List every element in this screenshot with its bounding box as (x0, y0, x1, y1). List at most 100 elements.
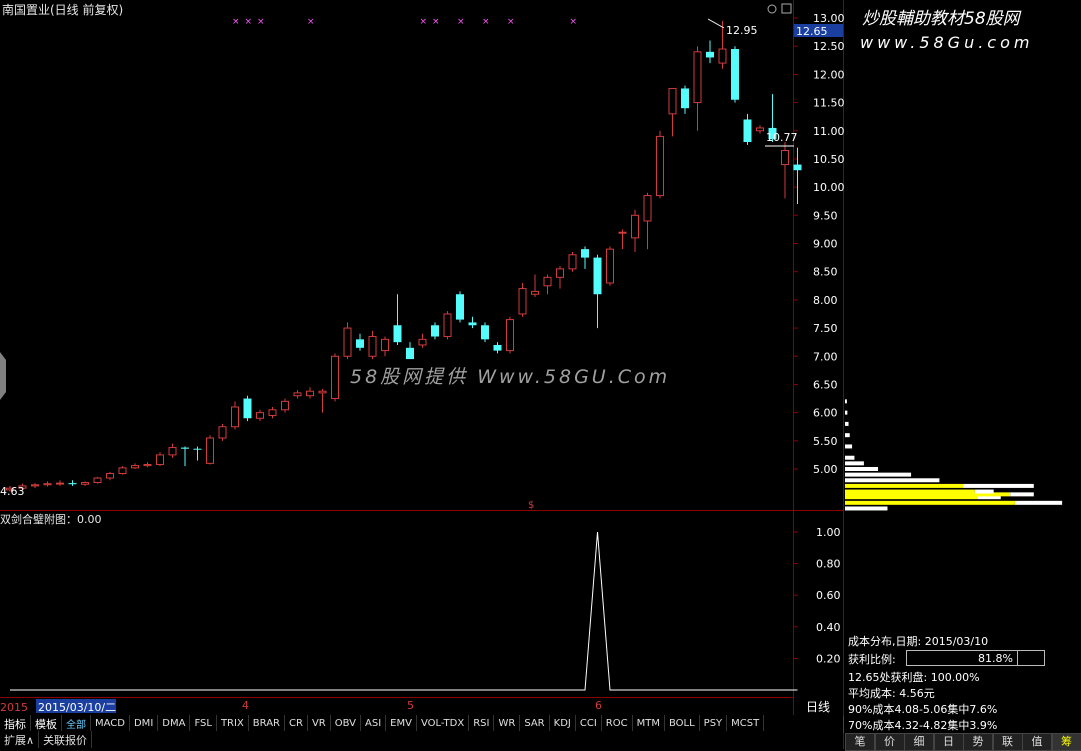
average-cost: 平均成本: 4.56元 (848, 685, 935, 701)
toolbar-item-emv[interactable]: EMV (386, 715, 417, 732)
price-tick-label: 7.50 (813, 322, 838, 335)
toolbar-item-rsi[interactable]: RSI (469, 715, 494, 732)
candle-body-up (332, 356, 339, 398)
timeline-cursor-date[interactable]: 2015/03/10/二 (38, 701, 116, 714)
toolbar-item-模板[interactable]: 模板 (31, 715, 62, 732)
candle-body-up (669, 88, 676, 113)
timeline-month-4: 4 (242, 699, 249, 712)
toolbar-item-psy[interactable]: PSY (700, 715, 728, 732)
right-info-panel: 成本分布,日期: 2015/03/10 获利比例: 81.8% 12.65处获利… (844, 0, 1081, 749)
close-icon[interactable] (782, 4, 791, 13)
signal-x-marker: × (482, 17, 490, 27)
price-tick-label: 9.50 (813, 209, 838, 222)
candle-body-up (44, 484, 51, 485)
toolbar-item-指标[interactable]: 指标 (0, 715, 31, 732)
right-tab-5[interactable]: 联 (993, 733, 1023, 751)
extension-toolbar: 扩展∧关联报价 (0, 731, 843, 748)
cost-70-percent: 70%成本4.32-4.82集中3.9% (848, 717, 997, 733)
sub-tick-label: 1.00 (816, 526, 841, 539)
toolbar-item-roc[interactable]: ROC (602, 715, 633, 732)
candle-body-down (731, 49, 739, 100)
current-price-label: 12.65 (796, 25, 828, 38)
toolbar-item-mtm[interactable]: MTM (633, 715, 665, 732)
period-label[interactable]: 日线 (796, 698, 840, 714)
right-tab-7[interactable]: 筹 (1052, 733, 1081, 751)
high-annotation-leader (708, 19, 724, 28)
toolbar-item-mcst[interactable]: MCST (727, 715, 764, 732)
toolbar-item-kdj[interactable]: KDJ (550, 715, 576, 732)
candle-body-up (232, 407, 239, 427)
candle-body-up (782, 150, 789, 164)
candle-body-up (169, 448, 176, 455)
candle-body-down (406, 348, 414, 359)
candle-body-down (244, 399, 252, 419)
toolbar-item-fsl[interactable]: FSL (190, 715, 217, 732)
signal-x-marker: × (432, 17, 440, 27)
profit-ratio-bar: 81.8% (906, 650, 1045, 666)
signal-x-marker: × (307, 17, 315, 27)
right-tab-0[interactable]: 笔 (845, 733, 875, 751)
right-tab-4[interactable]: 势 (963, 733, 993, 751)
toolbar-item-cci[interactable]: CCI (576, 715, 602, 732)
candle-body-up (282, 401, 289, 409)
candle-body-down (481, 325, 489, 339)
sub-tick-label: 0.60 (816, 589, 841, 602)
sub-tick-label: 0.20 (816, 652, 841, 665)
candle-body-up (307, 391, 314, 396)
toolbar-item-wr[interactable]: WR (494, 715, 520, 732)
toolbar-item-macd[interactable]: MACD (91, 715, 130, 732)
price-tick-label: 13.00 (813, 12, 845, 25)
toolbar-item-cr[interactable]: CR (285, 715, 308, 732)
sub-chart-axis: 0.200.400.600.801.00 (793, 526, 841, 665)
expand-button[interactable]: 扩展∧ (0, 731, 39, 748)
signal-x-marker: × (507, 17, 515, 27)
toolbar-item-全部[interactable]: 全部 (62, 715, 91, 732)
cost-90-percent: 90%成本4.08-5.06集中7.6% (848, 701, 997, 717)
toolbar-item-obv[interactable]: OBV (331, 715, 361, 732)
candle-body-up (294, 393, 301, 396)
low-annotation: 4.63 (0, 485, 25, 498)
toolbar-item-trix[interactable]: TRIX (217, 715, 249, 732)
price-tick-label: 12.00 (813, 68, 845, 81)
price-tick-label: 10.00 (813, 181, 845, 194)
candle-body-up (419, 339, 426, 345)
candle-body-up (532, 291, 539, 294)
toolbar-item-asi[interactable]: ASI (361, 715, 386, 732)
candle-body-down (706, 52, 714, 58)
toolbar-item-dma[interactable]: DMA (158, 715, 190, 732)
candle-body-down (594, 258, 602, 295)
price-tick-label: 8.50 (813, 266, 838, 279)
candle-body-up (557, 269, 564, 277)
toolbar-item-boll[interactable]: BOLL (665, 715, 700, 732)
candle-body-up (319, 391, 326, 393)
toolbar-item-sar[interactable]: SAR (520, 715, 549, 732)
candlestick-series (7, 21, 802, 492)
right-tab-6[interactable]: 值 (1022, 733, 1052, 751)
search-icon[interactable] (768, 5, 776, 13)
signal-x-marker: × (420, 17, 428, 27)
candle-body-up (657, 136, 664, 195)
toolbar-item-dmi[interactable]: DMI (130, 715, 158, 732)
candle-body-down (794, 165, 802, 171)
candle-body-up (119, 468, 126, 474)
toolbar-item-vr[interactable]: VR (308, 715, 331, 732)
price-tick-label: 12.50 (813, 40, 845, 53)
price-tick-label: 5.50 (813, 435, 838, 448)
signal-markers: ×××××××××× (232, 17, 577, 27)
profit-ratio-value: 81.8% (907, 652, 1013, 665)
candle-body-up (607, 249, 614, 283)
candle-body-up (369, 337, 376, 357)
related-quotes-button[interactable]: 关联报价 (39, 731, 92, 748)
candle-body-down (469, 322, 477, 325)
candle-body-up (694, 52, 701, 103)
right-tab-1[interactable]: 价 (875, 733, 905, 751)
high-annotation: 12.95 (726, 24, 758, 37)
right-tab-2[interactable]: 细 (904, 733, 934, 751)
right-tab-3[interactable]: 日 (934, 733, 964, 751)
sub-chart-title: 双剑合璧附图：0.00 (0, 512, 102, 526)
left-scroll-handle[interactable] (0, 352, 6, 400)
toolbar-item-brar[interactable]: BRAR (249, 715, 285, 732)
price-tick-label: 9.00 (813, 238, 838, 251)
toolbar-item-vol-tdx[interactable]: VOL-TDX (417, 715, 469, 732)
candle-body-up (619, 232, 626, 233)
